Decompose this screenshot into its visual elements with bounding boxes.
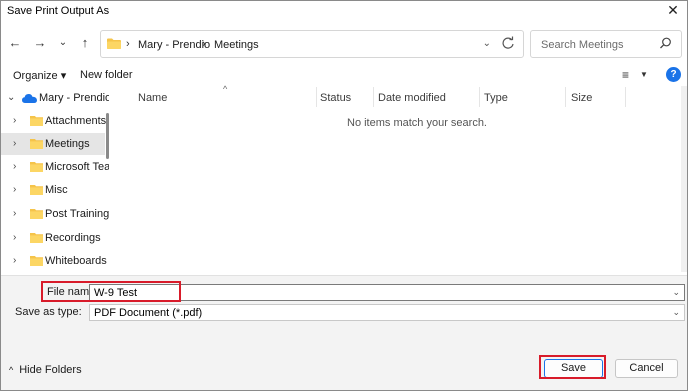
collapsed-chevron-icon[interactable]: ›	[13, 138, 16, 149]
forward-arrow-icon[interactable]: →	[31, 34, 49, 52]
file-name-dropdown-chevron-icon[interactable]: ⌄	[672, 287, 680, 298]
back-arrow-icon[interactable]: ←	[6, 34, 24, 52]
onedrive-cloud-icon	[22, 94, 37, 103]
new-folder-button[interactable]: New folder	[80, 69, 133, 81]
column-header-name[interactable]: Name	[138, 92, 167, 104]
column-header-status[interactable]: Status	[320, 92, 351, 104]
sidebar-item-label: Recordings	[45, 232, 101, 244]
up-arrow-icon[interactable]: ↑	[76, 34, 94, 52]
sidebar-item-misc[interactable]: › Misc	[1, 179, 105, 201]
sidebar-item-label: Meetings	[45, 138, 90, 150]
sidebar-item-attachments[interactable]: › Attachments	[1, 110, 107, 132]
column-header-size[interactable]: Size	[571, 92, 592, 104]
collapsed-chevron-icon[interactable]: ›	[13, 232, 16, 243]
search-box[interactable]: Search Meetings	[530, 30, 682, 58]
save-as-type-value: PDF Document (*.pdf)	[94, 307, 203, 319]
breadcrumb-item-meetings[interactable]: Meetings	[214, 39, 259, 51]
recent-locations-chevron-icon[interactable]: ⌄	[54, 34, 72, 52]
column-divider[interactable]	[625, 87, 626, 107]
sort-ascending-icon: ^	[223, 84, 228, 94]
folder-icon	[30, 162, 43, 172]
save-button-highlight-box	[539, 355, 606, 379]
column-header-type[interactable]: Type	[484, 92, 508, 104]
sidebar-item-label: Mary - Prendio	[39, 92, 109, 104]
navigation-bar: ← → ⌄ ↑ › Mary - Prendio › Meetings ⌄ Se…	[1, 25, 687, 63]
sidebar-item-label: Attachments	[45, 115, 107, 127]
sidebar-item-whiteboards[interactable]: › Whiteboards	[1, 250, 107, 272]
sidebar-item-label: Microsoft Team	[45, 161, 109, 173]
search-icon	[660, 37, 671, 49]
sidebar-item-label: Whiteboards	[45, 255, 107, 267]
breadcrumb-separator: ›	[202, 38, 206, 50]
folder-icon	[30, 256, 43, 266]
column-divider[interactable]	[316, 87, 317, 107]
collapsed-chevron-icon[interactable]: ›	[13, 255, 16, 266]
save-dialog: Save Print Output As ✕ ← → ⌄ ↑ › Mary - …	[0, 0, 688, 391]
sidebar-item-post-training[interactable]: › Post Training S	[1, 203, 109, 225]
view-options-icon[interactable]: ≡	[622, 68, 629, 82]
breadcrumb-separator: ›	[126, 38, 130, 50]
command-bar: Organize ▾ New folder ≡ ▼ ?	[1, 64, 687, 86]
save-as-type-chevron-icon[interactable]: ⌄	[672, 307, 680, 318]
file-list-scrollbar[interactable]	[681, 86, 687, 272]
view-options-chevron-icon[interactable]: ▼	[640, 70, 648, 79]
collapsed-chevron-icon[interactable]: ›	[13, 208, 16, 219]
sidebar-item-meetings[interactable]: › Meetings	[1, 133, 105, 155]
save-as-type-label: Save as type:	[15, 306, 82, 318]
title-bar: Save Print Output As ✕	[1, 1, 687, 21]
close-icon[interactable]: ✕	[665, 2, 681, 18]
search-placeholder: Search Meetings	[541, 39, 624, 51]
empty-list-message: No items match your search.	[347, 117, 487, 129]
file-list: ^ Name Status Date modified Type Size No…	[117, 84, 687, 273]
folder-icon	[30, 233, 43, 243]
sidebar-item-root[interactable]: ⌄ Mary - Prendio	[1, 87, 109, 109]
sidebar-item-label: Misc	[45, 184, 68, 196]
column-divider[interactable]	[373, 87, 374, 107]
hide-folders-button[interactable]: ^ Hide Folders	[9, 364, 82, 376]
window-title: Save Print Output As	[7, 5, 110, 17]
sidebar-item-label: Post Training S	[45, 208, 109, 220]
collapsed-chevron-icon[interactable]: ›	[13, 161, 16, 172]
help-icon[interactable]: ?	[666, 67, 681, 82]
breadcrumb-item-root[interactable]: Mary - Prendio	[138, 39, 210, 51]
folder-icon	[107, 38, 121, 49]
hide-folders-label: Hide Folders	[19, 364, 82, 376]
address-history-chevron-icon[interactable]: ⌄	[483, 38, 491, 49]
save-as-type-select[interactable]: PDF Document (*.pdf) ⌄	[89, 304, 685, 321]
column-header-date-modified[interactable]: Date modified	[378, 92, 446, 104]
folder-icon	[30, 139, 43, 149]
collapsed-chevron-icon[interactable]: ›	[13, 184, 16, 195]
folder-icon	[30, 116, 43, 126]
column-divider[interactable]	[565, 87, 566, 107]
folder-icon	[30, 209, 43, 219]
chevron-up-icon: ^	[9, 365, 14, 375]
file-name-highlight-box	[41, 281, 181, 302]
sidebar-item-recordings[interactable]: › Recordings	[1, 227, 105, 249]
organize-menu[interactable]: Organize ▾	[13, 69, 66, 82]
navigation-pane: ⌄ Mary - Prendio › Attachments › Meeting…	[1, 87, 109, 273]
address-bar[interactable]: › Mary - Prendio › Meetings ⌄	[100, 30, 524, 58]
cancel-button[interactable]: Cancel	[615, 359, 678, 378]
refresh-icon[interactable]	[501, 36, 515, 50]
column-divider[interactable]	[479, 87, 480, 107]
folder-icon	[30, 185, 43, 195]
navigation-pane-scrollbar[interactable]	[106, 113, 109, 159]
sidebar-item-microsoft-teams[interactable]: › Microsoft Team	[1, 156, 109, 178]
expanded-chevron-icon[interactable]: ⌄	[7, 92, 15, 103]
collapsed-chevron-icon[interactable]: ›	[13, 115, 16, 126]
